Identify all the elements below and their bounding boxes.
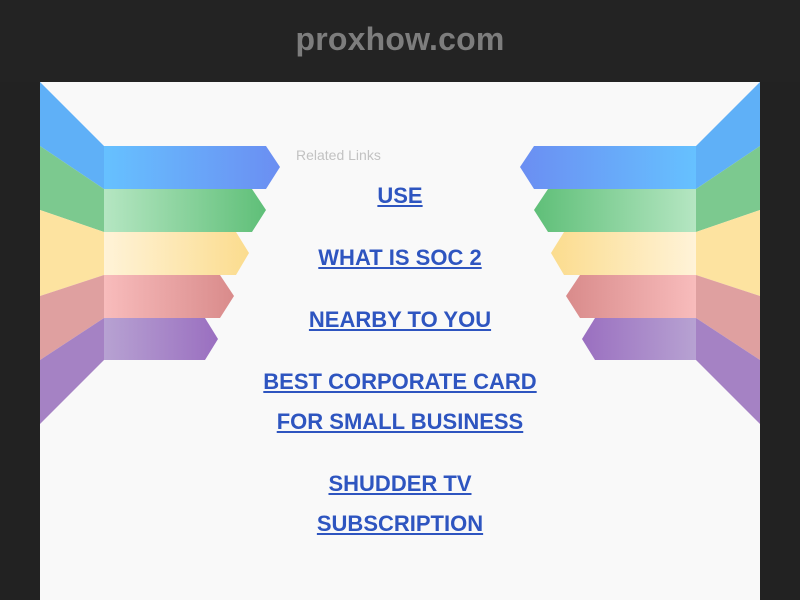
related-links-list: USE WHAT IS SOC 2 NEARBY TO YOU BEST COR… bbox=[220, 176, 580, 566]
right-ribbon-purple bbox=[582, 318, 696, 360]
site-title: proxhow.com bbox=[295, 21, 505, 57]
related-link-shudder-tv[interactable]: SHUDDER TV SUBSCRIPTION bbox=[250, 464, 550, 544]
left-ribbon-purple bbox=[104, 318, 218, 360]
header-bar: proxhow.com bbox=[0, 0, 800, 82]
content-panel: Related Links USE WHAT IS SOC 2 NEARBY T… bbox=[40, 82, 760, 600]
related-links-label: Related Links bbox=[296, 147, 381, 163]
right-ribbon-red bbox=[566, 275, 696, 318]
related-link-what-is-soc-2[interactable]: WHAT IS SOC 2 bbox=[250, 238, 550, 278]
related-link-use[interactable]: USE bbox=[250, 176, 550, 216]
related-link-best-corporate-card[interactable]: BEST CORPORATE CARD FOR SMALL BUSINESS bbox=[250, 362, 550, 442]
left-ribbon-red bbox=[104, 275, 234, 318]
related-link-nearby-to-you[interactable]: NEARBY TO YOU bbox=[250, 300, 550, 340]
